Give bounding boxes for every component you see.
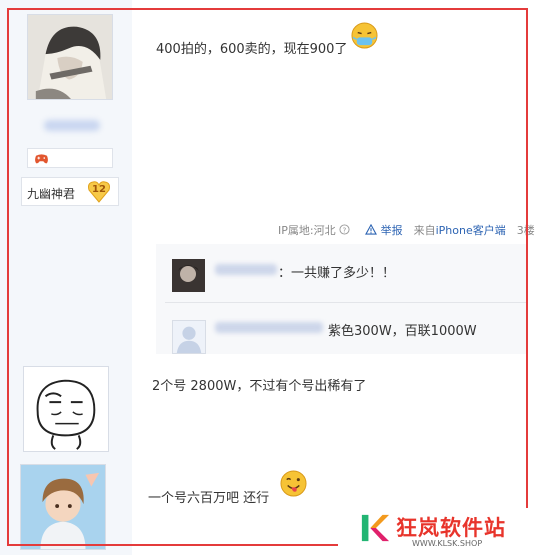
post-3-content: 一个号六百万吧 还行 bbox=[148, 491, 270, 506]
source-link[interactable]: iPhone客户端 bbox=[436, 224, 506, 237]
watermark-logo: 狂岚软件站 WWW.KLSK.SHOP bbox=[338, 508, 540, 555]
username-blurred bbox=[44, 120, 100, 131]
post-2-content: 2个号 2800W，不过有个号出稀有了 bbox=[152, 379, 367, 394]
username-label[interactable]: 九幽神君 bbox=[27, 185, 75, 202]
source-prefix: 来自 bbox=[413, 224, 436, 237]
brand-k-icon bbox=[361, 514, 390, 542]
default-user-icon bbox=[173, 321, 205, 353]
reply-2-text: 紫色300W，百联1000W bbox=[328, 324, 477, 339]
brand-name: 狂岚软件站 bbox=[396, 516, 506, 540]
avatar-art-icon bbox=[172, 259, 205, 292]
game-badge-box bbox=[27, 148, 113, 168]
warning-triangle-icon[interactable] bbox=[365, 223, 378, 235]
reply-divider bbox=[165, 302, 526, 303]
reply-1-avatar[interactable] bbox=[172, 259, 205, 292]
level-number: 12 bbox=[92, 184, 106, 195]
avatar-art-icon bbox=[24, 367, 108, 451]
gamepad-icon bbox=[35, 154, 48, 164]
avatar-user-2[interactable] bbox=[23, 366, 109, 452]
ip-location: IP属地:河北 bbox=[278, 224, 336, 237]
reply-2-username-blurred bbox=[215, 322, 323, 333]
reply-1-username-blurred bbox=[215, 264, 277, 275]
report-link[interactable]: 举报 bbox=[381, 224, 403, 237]
avatar-art-icon bbox=[21, 465, 105, 549]
tongue-face-icon bbox=[280, 470, 307, 497]
post-1-content: 400拍的，600卖的，现在900了 bbox=[156, 42, 348, 57]
user-level-box[interactable]: 九幽神君 12 bbox=[21, 177, 119, 206]
avatar-user-1[interactable] bbox=[27, 14, 113, 100]
avatar-user-3[interactable] bbox=[20, 464, 106, 550]
brand-url: WWW.KLSK.SHOP bbox=[412, 539, 483, 548]
avatar-art-icon bbox=[28, 15, 112, 99]
reply-2-avatar[interactable] bbox=[172, 320, 206, 354]
post-meta-bar: IP属地:河北 ? 举报 来自iPhone客户端 3楼 bbox=[278, 222, 535, 238]
reply-1-text: ：一共赚了多少！！ bbox=[278, 266, 396, 281]
sick-face-icon bbox=[351, 22, 378, 49]
level-heart-badge: 12 bbox=[87, 181, 111, 203]
floor-number: 3楼 bbox=[516, 224, 535, 237]
svg-text:?: ? bbox=[343, 225, 347, 234]
question-icon[interactable]: ? bbox=[339, 224, 350, 235]
